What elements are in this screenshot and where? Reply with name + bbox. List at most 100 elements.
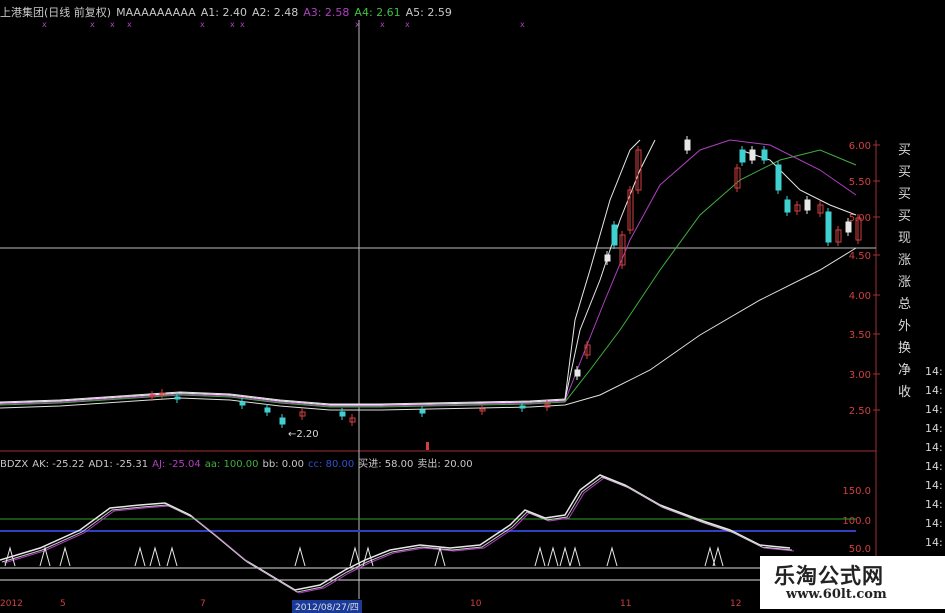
ma-line-a3 <box>0 139 857 407</box>
price-tick-label: 3.00 <box>849 370 871 381</box>
aa-value: aa: 100.00 <box>204 459 259 470</box>
signal-triangle <box>59 546 71 567</box>
stock-title[interactable]: 上港集团(日线 前复权) <box>0 6 111 19</box>
ma-line-a5 <box>0 139 641 405</box>
time-label: 14: <box>925 498 943 511</box>
side-tab[interactable]: 买 <box>898 162 920 184</box>
date-tick: 5 <box>60 599 66 609</box>
date-tick: 2012 <box>0 599 23 609</box>
top-marker: x <box>380 20 385 29</box>
ad1-value: AD1: -25.31 <box>88 459 149 470</box>
side-tab[interactable]: 总 <box>898 294 920 316</box>
indicator-tick-label: 100.0 <box>842 516 871 527</box>
signal-triangle <box>606 546 618 567</box>
buy-value: 买进: 58.00 <box>358 459 414 470</box>
candle-body <box>804 199 811 211</box>
side-tab[interactable]: 买 <box>898 206 920 228</box>
volume-mark <box>426 442 429 450</box>
time-label: 14: <box>925 460 943 473</box>
price-lines <box>0 139 857 411</box>
side-tab[interactable]: 收 <box>898 382 920 404</box>
ma-a3: A3: 2.58 <box>303 6 350 19</box>
date-axis: 2012 5 7 10 11 12 <box>0 599 760 609</box>
side-tab[interactable]: 买 <box>898 184 920 206</box>
candle-body <box>784 199 791 213</box>
candle-body <box>279 417 286 425</box>
candle-body <box>775 164 782 191</box>
candle-body <box>761 149 768 161</box>
formula-name: MAAAAAAAAA <box>116 6 196 19</box>
indicator-ticks: 150.0 100.0 50.0 <box>842 486 871 555</box>
signal-triangle <box>294 546 306 567</box>
top-marker: x <box>240 20 245 29</box>
price-tick-label: 4.00 <box>849 291 871 302</box>
sell-value: 卖出: 20.00 <box>417 459 473 470</box>
side-tab[interactable]: 净 <box>898 360 920 382</box>
ma-line-a2 <box>0 139 656 406</box>
top-marker: x <box>355 20 360 29</box>
top-marker: x <box>405 20 410 29</box>
quote-side-panel[interactable]: 买买买买现涨涨总外换净收 <box>898 140 920 404</box>
ma-a4: A4: 2.61 <box>354 6 401 19</box>
bb-value: bb: 0.00 <box>262 459 305 470</box>
side-tab[interactable]: 外 <box>898 316 920 338</box>
price-tick-label: 6.00 <box>849 141 871 152</box>
signal-triangle <box>534 546 546 567</box>
aj-line <box>3 477 795 594</box>
time-label: 14: <box>925 403 943 416</box>
signal-triangle <box>166 546 178 567</box>
indicator-lines <box>0 474 795 594</box>
price-tick-label: 4.50 <box>849 251 871 262</box>
price-tick-label: 5.50 <box>849 177 871 188</box>
watermark-url: www.60lt.com <box>786 587 887 602</box>
chart-header: 上港集团(日线 前复权) MAAAAAAAAA A1: 2.40 A2: 2.48 A3… <box>0 4 457 20</box>
ak-line <box>0 474 791 591</box>
candle-body <box>845 221 852 233</box>
side-tab[interactable]: 买 <box>898 140 920 162</box>
signal-triangle <box>149 546 161 567</box>
side-tab[interactable]: 涨 <box>898 250 920 272</box>
top-marker: x <box>520 20 525 29</box>
stock-chart-canvas[interactable]: 6.005.505.004.504.003.503.002.50 150.010… <box>0 0 945 609</box>
date-tick: 11 <box>620 599 632 609</box>
aj-value: AJ: -25.04 <box>152 459 201 470</box>
candle-body <box>419 409 426 414</box>
time-label: 14: <box>925 517 943 530</box>
candle-body <box>684 139 691 151</box>
candle-body <box>339 411 346 417</box>
time-label: 14: <box>925 422 943 435</box>
top-marker: x <box>200 20 205 29</box>
ma-a1: A1: 2.40 <box>200 6 247 19</box>
date-tick: 10 <box>470 599 482 609</box>
candle-body <box>604 254 611 262</box>
top-marker: x <box>90 20 95 29</box>
side-tab[interactable]: 涨 <box>898 272 920 294</box>
indicator-tick-label: 50.0 <box>849 544 871 555</box>
signal-triangle <box>547 546 559 567</box>
indicator-name[interactable]: BDZX <box>0 459 28 470</box>
candle-body <box>611 224 618 246</box>
ma-a5: A5: 2.59 <box>405 6 452 19</box>
low-price-label: ←2.20 <box>288 429 319 440</box>
candle-body <box>519 405 526 409</box>
signal-triangle <box>569 546 581 567</box>
signal-triangle <box>434 546 446 567</box>
top-marker: x <box>110 20 115 29</box>
watermark-name: 乐淘公式网 <box>774 564 884 588</box>
candle-body <box>174 396 181 400</box>
signal-triangles <box>4 546 724 567</box>
indicator-tick-label: 150.0 <box>842 486 871 497</box>
candle-body <box>239 401 246 406</box>
side-tab[interactable]: 换 <box>898 338 920 360</box>
candle-body <box>825 211 832 243</box>
candle-body <box>264 407 271 413</box>
ak-value: AK: -25.22 <box>32 459 85 470</box>
price-ticks: 6.005.505.004.504.003.503.002.50 <box>849 141 880 417</box>
price-tick-label: 2.50 <box>849 406 871 417</box>
top-marker: x <box>230 20 235 29</box>
indicator-header: BDZX AK: -25.22 AD1: -25.31 AJ: -25.04 aa: 1… <box>0 455 477 470</box>
ad1-line <box>1 476 793 593</box>
side-tab[interactable]: 现 <box>898 228 920 250</box>
signal-triangle <box>134 546 146 567</box>
time-label: 14: <box>925 536 943 549</box>
